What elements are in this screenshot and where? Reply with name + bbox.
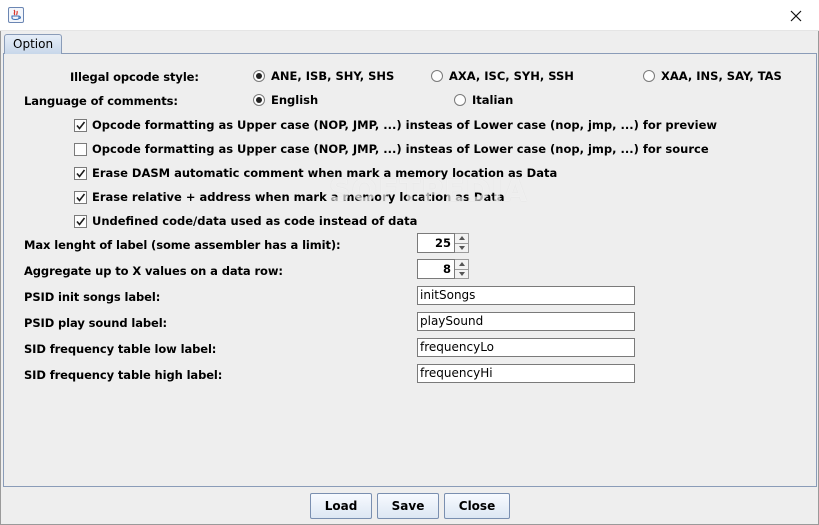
close-button[interactable]: Close — [444, 493, 510, 519]
tab-option[interactable]: Option — [4, 34, 63, 54]
checkmark-icon — [76, 121, 86, 130]
radio-indicator — [253, 70, 265, 82]
psid-play-sound-label: PSID play sound label: — [24, 316, 168, 330]
checkmark-icon — [76, 217, 86, 226]
checkmark-icon — [76, 193, 86, 202]
checkbox-indicator — [74, 118, 87, 132]
psid-play-sound-input[interactable]: playSound — [417, 312, 635, 331]
sid-freq-low-label: SID frequency table low label: — [24, 342, 217, 356]
aggregate-values-spinner[interactable]: 8 — [417, 259, 469, 279]
option-panel: Illegal opcode style: ANE, ISB, SHY, SHS… — [3, 53, 817, 487]
radio-indicator — [643, 70, 655, 82]
window-close-button[interactable] — [773, 0, 819, 31]
chevron-up-icon — [458, 236, 465, 241]
radio-xaa-ins-say-tas[interactable]: XAA, INS, SAY, TAS — [643, 69, 782, 83]
checkbox-indicator — [74, 190, 87, 204]
radio-english[interactable]: English — [253, 93, 318, 107]
sid-freq-low-input[interactable]: frequencyLo — [417, 338, 635, 357]
radio-indicator — [454, 94, 466, 106]
aggregate-values-label: Aggregate up to X values on a data row: — [24, 264, 283, 278]
radio-ane-isb-shy-shs[interactable]: ANE, ISB, SHY, SHS — [253, 69, 394, 83]
checkbox-indicator — [74, 214, 87, 228]
spinner-up-button[interactable] — [455, 259, 469, 270]
aggregate-values-value[interactable]: 8 — [417, 259, 455, 279]
psid-init-songs-input[interactable]: initSongs — [417, 286, 635, 305]
spinner-up-button[interactable] — [455, 233, 469, 244]
checkbox-indicator — [74, 166, 87, 180]
max-label-length-value[interactable]: 25 — [417, 233, 455, 253]
checkbox-uppercase-preview[interactable]: Opcode formatting as Upper case (NOP, JM… — [74, 118, 717, 132]
spinner-down-button[interactable] — [455, 243, 469, 253]
save-button[interactable]: Save — [377, 493, 439, 519]
spinner-down-button[interactable] — [455, 269, 469, 279]
dialog-content: Option Illegal opcode style: ANE, ISB, S… — [0, 31, 819, 525]
checkbox-indicator — [74, 142, 87, 156]
chevron-down-icon — [458, 245, 465, 250]
checkbox-uppercase-source[interactable]: Opcode formatting as Upper case (NOP, JM… — [74, 142, 709, 156]
checkbox-erase-dasm-comment[interactable]: Erase DASM automatic comment when mark a… — [74, 166, 557, 180]
checkbox-undefined-as-code[interactable]: Undefined code/data used as code instead… — [74, 214, 417, 228]
language-label: Language of comments: — [24, 94, 178, 108]
max-label-length-label: Max lenght of label (some assembler has … — [24, 238, 341, 252]
load-button[interactable]: Load — [310, 493, 372, 519]
title-bar — [0, 0, 819, 31]
checkmark-icon — [76, 169, 86, 178]
illegal-opcode-label: Illegal opcode style: — [70, 70, 199, 84]
checkbox-erase-relative-address[interactable]: Erase relative + address when mark a mem… — [74, 190, 504, 204]
sid-freq-high-input[interactable]: frequencyHi — [417, 364, 635, 383]
radio-axa-isc-syh-ssh[interactable]: AXA, ISC, SYH, SSH — [431, 69, 574, 83]
java-icon — [8, 7, 24, 23]
psid-init-songs-label: PSID init songs label: — [24, 290, 161, 304]
close-icon — [790, 10, 802, 21]
max-label-length-spinner[interactable]: 25 — [417, 233, 469, 253]
chevron-down-icon — [458, 271, 465, 276]
radio-indicator — [431, 70, 443, 82]
sid-freq-high-label: SID frequency table high label: — [24, 368, 223, 382]
chevron-up-icon — [458, 262, 465, 267]
radio-italian[interactable]: Italian — [454, 93, 513, 107]
radio-indicator — [253, 94, 265, 106]
